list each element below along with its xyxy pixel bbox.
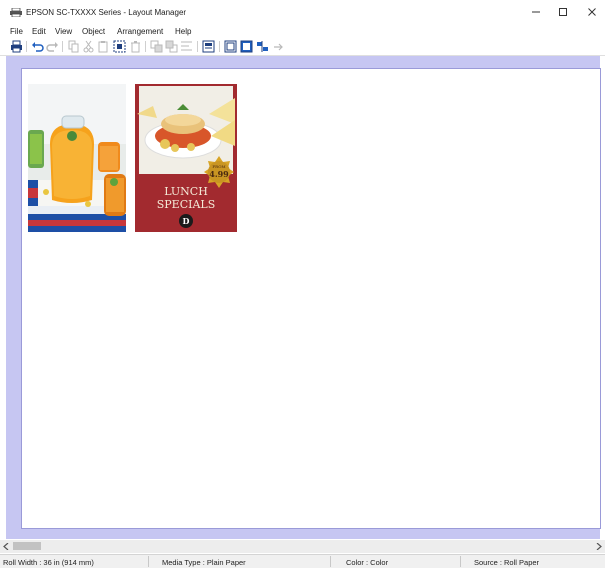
toolbar-separator: [62, 41, 63, 52]
delete-icon[interactable]: [129, 40, 142, 53]
send-to-back-icon[interactable]: [165, 40, 178, 53]
menu-edit[interactable]: Edit: [32, 27, 46, 36]
toolbar-separator: [197, 41, 198, 52]
select-all-icon[interactable]: [113, 40, 126, 53]
printer-app-icon: [10, 8, 22, 17]
drinks-photo-image: [28, 84, 126, 232]
copy-icon[interactable]: [67, 40, 80, 53]
status-media-type: Media Type : Plain Paper: [162, 558, 246, 567]
menu-bar: File Edit View Object Arrangement Help: [0, 24, 605, 38]
toolbar: [0, 38, 605, 56]
arrange-icon[interactable]: [256, 40, 269, 53]
scroll-right-icon[interactable]: [596, 543, 602, 550]
status-bar: Roll Width : 36 in (914 mm) Media Type :…: [0, 554, 605, 568]
status-color: Color : Color: [346, 558, 389, 567]
paper-area[interactable]: FROM 4.99 LUNCH SPECIALS D: [21, 68, 601, 529]
menu-view[interactable]: View: [55, 27, 72, 36]
menu-object[interactable]: Object: [82, 27, 105, 36]
window-title: EPSON SC-TXXXX Series - Layout Manager: [26, 8, 187, 17]
status-divider: [460, 556, 461, 567]
bring-to-front-icon[interactable]: [150, 40, 163, 53]
toolbar-separator: [26, 41, 27, 52]
rotate-icon[interactable]: [272, 40, 285, 53]
badge-price-text: 4.99: [209, 169, 229, 179]
close-icon: [588, 8, 596, 16]
maximize-icon: [559, 8, 567, 16]
undo-icon[interactable]: [31, 40, 44, 53]
poster-headline-line1: LUNCH: [164, 185, 208, 198]
zoom-fit-icon[interactable]: [224, 40, 237, 53]
scroll-thumb[interactable]: [13, 542, 41, 550]
title-bar: EPSON SC-TXXXX Series - Layout Manager: [0, 0, 605, 24]
minimize-icon: [532, 11, 540, 13]
layout-workspace[interactable]: FROM 4.99 LUNCH SPECIALS D: [6, 56, 601, 539]
redo-icon[interactable]: [46, 40, 59, 53]
status-source: Source : Roll Paper: [474, 558, 540, 567]
properties-icon[interactable]: [202, 40, 215, 53]
scroll-left-icon[interactable]: [3, 543, 9, 550]
poster-logo-text: D: [183, 216, 190, 226]
status-divider: [148, 556, 149, 567]
status-divider: [330, 556, 331, 567]
zoom-page-icon[interactable]: [240, 40, 253, 53]
horizontal-scrollbar[interactable]: [0, 540, 605, 553]
status-roll-width: Roll Width : 36 in (914 mm): [3, 558, 94, 567]
toolbar-separator: [145, 41, 146, 52]
lunch-specials-poster-image: FROM 4.99 LUNCH SPECIALS D: [135, 84, 237, 232]
menu-file[interactable]: File: [10, 27, 23, 36]
cut-icon[interactable]: [82, 40, 95, 53]
poster-headline-line2: SPECIALS: [157, 198, 216, 211]
close-button[interactable]: [575, 0, 605, 24]
toolbar-separator: [219, 41, 220, 52]
align-icon[interactable]: [180, 40, 193, 53]
lunch-specials-poster-thumbnail[interactable]: FROM 4.99 LUNCH SPECIALS D: [135, 84, 237, 232]
drinks-photo-thumbnail[interactable]: [28, 84, 126, 232]
paste-icon[interactable]: [97, 40, 110, 53]
menu-arrangement[interactable]: Arrangement: [117, 27, 163, 36]
menu-help[interactable]: Help: [175, 27, 191, 36]
print-icon[interactable]: [10, 40, 23, 53]
